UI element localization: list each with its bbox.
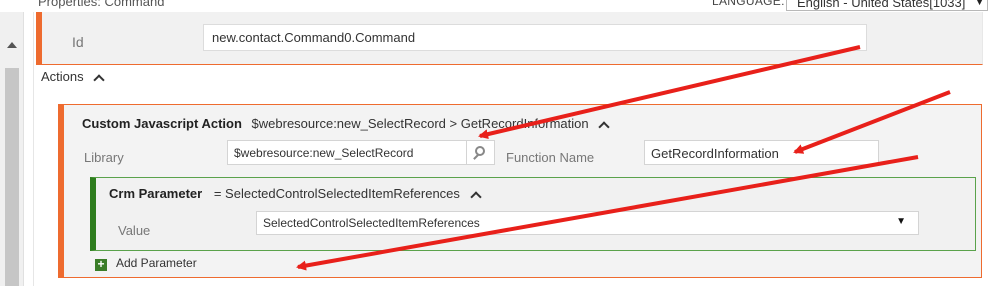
scroll-thumb[interactable] [5,68,19,286]
caret-down-icon: ▼ [896,216,906,227]
add-parameter-button[interactable]: + Add Parameter [95,256,197,271]
plus-icon: + [95,258,107,271]
value-selected: SelectedControlSelectedItemReferences [263,216,480,230]
language-value: English - United States[1033] [797,0,966,10]
function-name-label: Function Name [506,150,595,165]
action-type-label: Custom Javascript Action [82,116,242,131]
chevron-up-icon[interactable] [598,121,610,133]
add-parameter-label: Add Parameter [116,256,197,270]
id-label: Id [72,34,84,50]
value-select[interactable]: SelectedControlSelectedItemReferences ▼ [256,211,919,235]
library-input[interactable]: $webresource:new_SelectRecord [227,140,467,165]
language-label: LANGUAGE: [712,0,785,8]
custom-javascript-action: Custom Javascript Action $webresource:ne… [58,104,982,278]
vertical-scrollbar[interactable] [0,12,24,286]
library-label: Library [84,150,124,165]
actions-label: Actions [41,69,84,84]
triangle-up-icon[interactable] [7,42,17,48]
parameter-summary: = SelectedControlSelectedItemReferences [213,186,460,201]
action-title: Custom Javascript Action $webresource:ne… [82,116,610,133]
crm-parameter: Crm Parameter = SelectedControlSelectedI… [90,177,976,251]
id-row: Id new.contact.Command0.Command [36,12,983,65]
properties-header: Properties: Command LANGUAGE: English - … [0,0,993,12]
function-name-input[interactable]: GetRecordInformation [644,140,879,165]
value-label: Value [118,223,151,238]
language-select[interactable]: English - United States[1033] ▼ [786,0,988,11]
library-lookup-button[interactable] [467,140,495,165]
panel-gutter [24,12,34,286]
action-summary: $webresource:new_SelectRecord > GetRecor… [251,116,589,131]
id-input[interactable]: new.contact.Command0.Command [203,24,867,51]
chevron-up-icon[interactable] [93,74,105,86]
caret-down-icon: ▼ [975,0,984,7]
chevron-up-icon[interactable] [469,191,482,203]
parameter-type-label: Crm Parameter [109,186,203,201]
properties-title: Properties: Command [38,0,165,9]
actions-section-header[interactable]: Actions [41,69,105,86]
parameter-title: Crm Parameter = SelectedControlSelectedI… [109,186,482,203]
